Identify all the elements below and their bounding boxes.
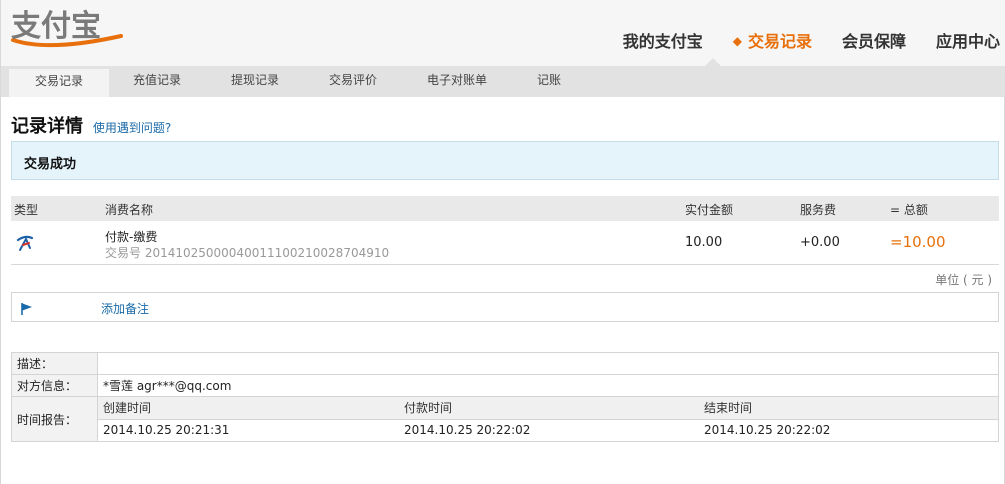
header: 支付宝 我的支付宝 ◆ 交易记录 会员保障 应用中心 [1,0,1005,67]
status-text: 交易成功 [24,157,77,172]
active-dot-icon: ◆ [732,34,742,48]
note-box: 添加备注 [11,292,999,322]
table-row: 付款-缴费 交易号 201410250000400111002100287049… [11,221,999,265]
detail-table: 描述： 对方信息： *雪莲 agr***@qq.com 时间报告： 创建时间 付… [11,352,999,442]
sub-nav-transactions[interactable]: 交易记录 [9,66,109,97]
detail-row-desc: 描述： [11,352,999,375]
tx-name: 付款-缴费 [105,230,158,244]
tx-number: 交易号 2014102500004001110021002870491​0 [105,246,390,260]
status-banner: 交易成功 [11,141,999,180]
tx-table-header: 类型 消费名称 实付金额 服务费 = 总额 [11,196,999,221]
col-paid: 实付金额 [685,203,734,217]
desc-value [97,352,999,375]
time-cell: 创建时间 付款时间 结束时间 2014.10.25 20:21:31 2014.… [97,396,999,442]
col-type: 类型 [14,203,39,217]
top-nav: 我的支付宝 ◆ 交易记录 会员保障 应用中心 [593,28,1000,52]
time-finished: 2014.10.25 20:22:02 [704,423,831,438]
page-title: 记录详情 [11,116,83,137]
sub-nav-recharge[interactable]: 充值记录 [121,66,193,97]
time-header-finished: 结束时间 [699,397,998,420]
detail-row-party: 对方信息： *雪莲 agr***@qq.com [11,374,999,397]
sub-nav-review[interactable]: 交易评价 [317,66,389,97]
sub-nav-e-statement[interactable]: 电子对账单 [421,66,493,97]
time-header-created: 创建时间 [98,397,399,420]
help-link[interactable]: 使用遇到问题? [93,121,171,135]
page: 支付宝 我的支付宝 ◆ 交易记录 会员保障 应用中心 交易记录 充值记录 提现记录… [0,0,1005,484]
svg-text:支付宝: 支付宝 [11,9,101,44]
tx-paid-amount: 10.00 [685,235,723,250]
top-nav-my-alipay[interactable]: 我的支付宝 [623,28,703,52]
party-label: 对方信息： [11,374,98,397]
add-note-link[interactable]: 添加备注 [101,300,149,317]
time-table: 创建时间 付款时间 结束时间 2014.10.25 20:21:31 2014.… [98,397,998,441]
desc-label: 描述： [11,352,98,375]
col-name: 消费名称 [105,203,154,217]
time-header-paid: 付款时间 [399,397,699,420]
time-created: 2014.10.25 20:21:31 [103,423,230,438]
tx-total-amount: =10.00 [890,233,946,251]
sub-nav-bookkeeping[interactable]: 记账 [521,66,577,97]
time-paid: 2014.10.25 20:22:02 [404,423,531,438]
col-total: = 总额 [890,203,928,217]
top-nav-app-center[interactable]: 应用中心 [936,28,1000,52]
unit-label: 单位 ( 元 ) [935,273,992,287]
col-fee: 服务费 [800,203,837,217]
payment-type-icon [16,235,34,251]
sub-nav: 交易记录 充值记录 提现记录 交易评价 电子对账单 记账 [1,66,1005,97]
title-row: 记录详情 使用遇到问题? [11,112,171,138]
top-nav-member-protection[interactable]: 会员保障 [842,28,906,52]
tx-service-fee: +0.00 [800,235,840,250]
top-nav-transactions[interactable]: ◆ 交易记录 [733,28,812,52]
top-nav-transactions-label: 交易记录 [747,32,812,51]
party-value: *雪莲 agr***@qq.com [97,374,999,397]
detail-row-time: 时间报告： 创建时间 付款时间 结束时间 2014.10.25 20:21:31… [11,396,999,442]
alipay-logo[interactable]: 支付宝 [9,6,127,50]
flag-icon [21,303,32,315]
sub-nav-withdraw[interactable]: 提现记录 [219,66,291,97]
time-label: 时间报告： [11,396,98,442]
